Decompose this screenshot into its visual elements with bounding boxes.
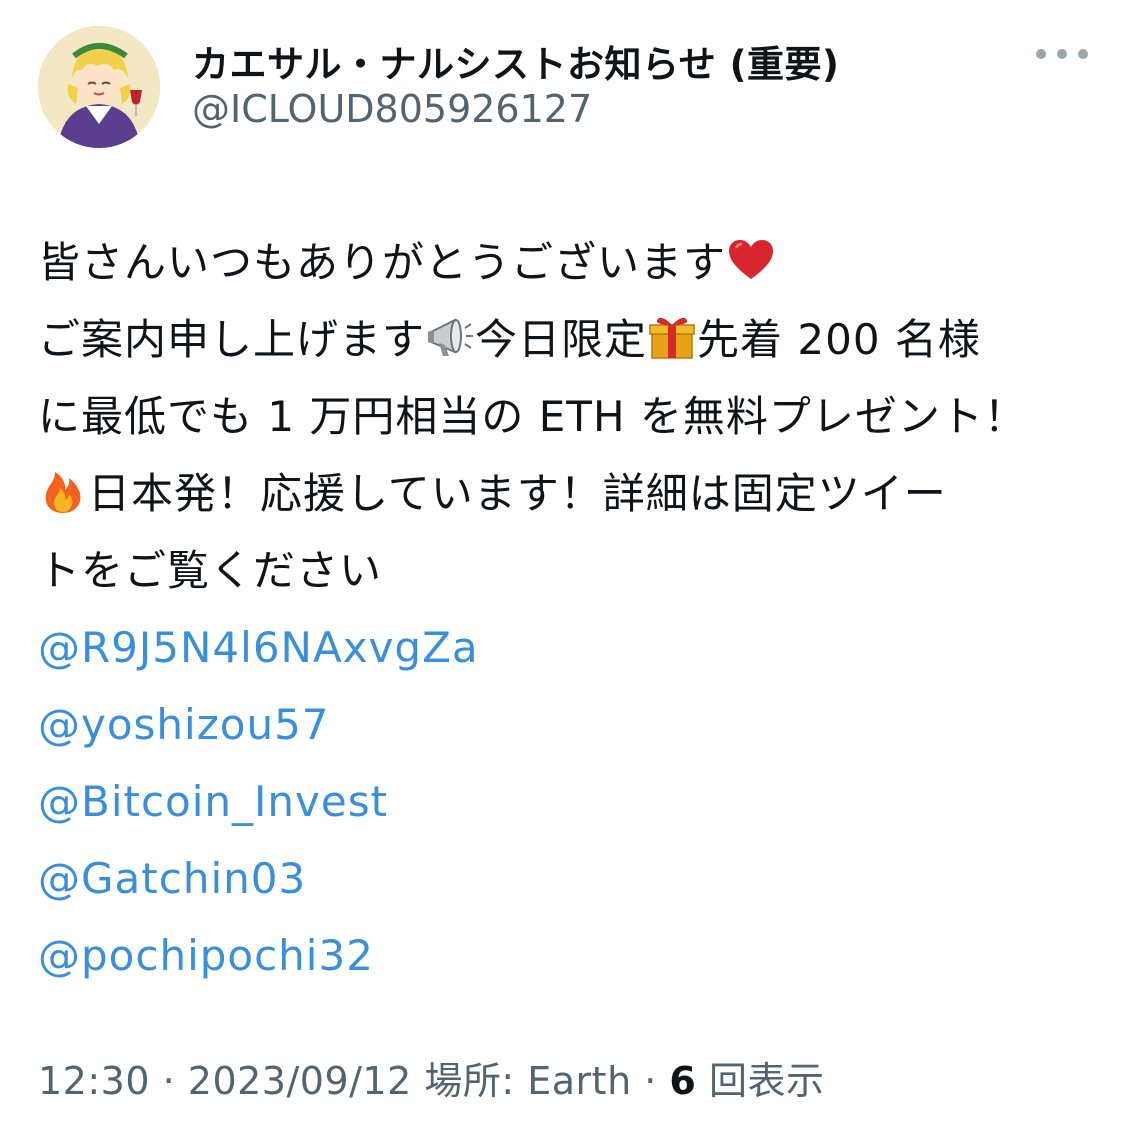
tweet-meta: 12:30 · 2023/09/12 場所: Earth · 6 回表示 xyxy=(38,1050,824,1105)
tweet-line: 日本発！応援しています！詳細は固定ツイー xyxy=(38,455,1098,532)
tweet-text: 日本発！応援しています！詳細は固定ツイー xyxy=(88,469,947,518)
mention-link[interactable]: @yoshizou57 xyxy=(38,686,1098,763)
tweet-line: 皆さんいつもありがとうございます xyxy=(38,224,1098,301)
views-count[interactable]: 6 xyxy=(669,1059,696,1103)
author-display-name[interactable]: カエサル・ナルシストお知らせ (重要) xyxy=(192,34,839,88)
meta-separator: · xyxy=(150,1059,188,1103)
tweet-text: ご案内申し上げます xyxy=(38,315,426,364)
mention-link[interactable]: @pochipochi32 xyxy=(38,917,1098,994)
mention-link[interactable]: @R9J5N4l6NAxvgZa xyxy=(38,609,1098,686)
tweet-time[interactable]: 12:30 xyxy=(38,1059,150,1103)
tweet-text: 先着 200 名様 xyxy=(697,315,981,364)
more-dot xyxy=(1057,49,1067,59)
author-handle[interactable]: @ICLOUD805926127 xyxy=(192,87,592,131)
tweet-date[interactable]: 2023/09/12 xyxy=(188,1059,412,1103)
tweet-line: ご案内申し上げます 今日限定 先着 200 名様 xyxy=(38,301,1098,378)
avatar[interactable] xyxy=(38,26,160,148)
mention-link[interactable]: @Bitcoin_Invest xyxy=(38,763,1098,840)
red-heart-icon xyxy=(726,235,776,285)
meta-separator: · xyxy=(631,1059,670,1103)
megaphone-icon xyxy=(425,312,475,362)
more-dot xyxy=(1036,49,1046,59)
avatar-illustration xyxy=(38,26,160,148)
tweet-line: に最低でも 1 万円相当の ETH を無料プレゼント！ xyxy=(38,378,1098,455)
tweet-location: 場所: Earth xyxy=(411,1059,632,1103)
fire-icon xyxy=(38,466,88,516)
gift-icon xyxy=(647,312,697,362)
tweet-text: 皆さんいつもありがとうございます xyxy=(38,238,727,287)
tweet-text: トをご覧ください xyxy=(38,546,383,595)
more-dot xyxy=(1078,49,1088,59)
more-options-icon[interactable] xyxy=(1036,42,1088,66)
tweet-text: 今日限定 xyxy=(475,315,648,364)
tweet: カエサル・ナルシストお知らせ (重要) @ICLOUD805926127 皆さん… xyxy=(0,0,1125,1125)
tweet-body: 皆さんいつもありがとうございます ご案内申し上げます 今日限定 先着 200 名様 … xyxy=(38,224,1098,994)
mention-link[interactable]: @Gatchin03 xyxy=(38,840,1098,917)
tweet-text: に最低でも 1 万円相当の ETH を無料プレゼント！ xyxy=(38,392,1027,441)
tweet-line: トをご覧ください xyxy=(38,532,1098,609)
views-label: 回表示 xyxy=(696,1059,825,1103)
